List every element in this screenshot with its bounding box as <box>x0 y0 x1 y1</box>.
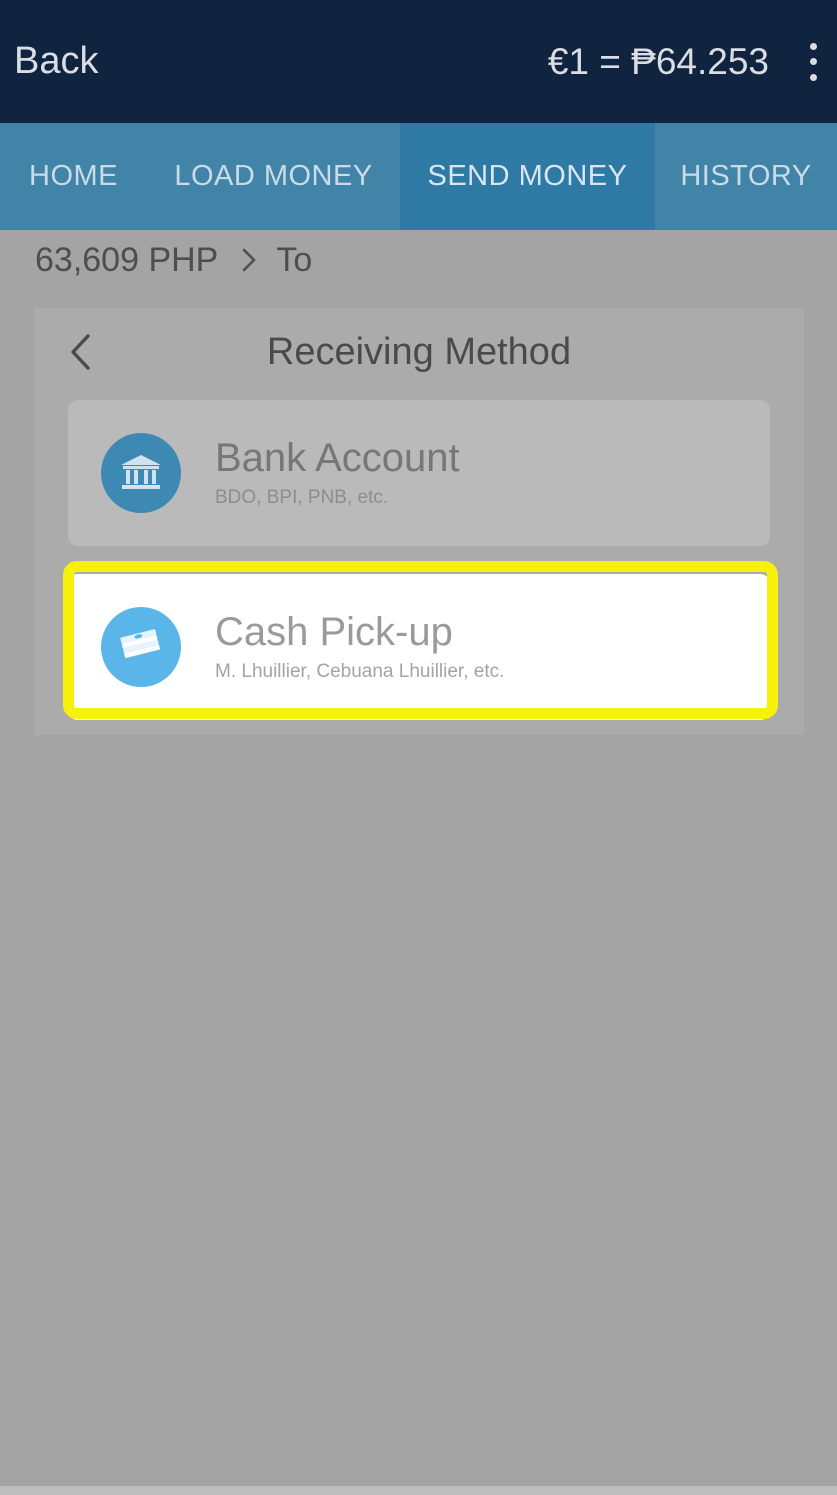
breadcrumb-destination: To <box>276 240 313 279</box>
option-subtitle: M. Lhuillier, Cebuana Lhuillier, etc. <box>215 661 505 682</box>
option-title: Bank Account <box>215 436 460 480</box>
kebab-dot <box>809 73 817 81</box>
kebab-dot <box>809 42 817 50</box>
cash-stack-icon <box>101 607 181 687</box>
main-tabs: HOME LOAD MONEY SEND MONEY HISTORY <box>0 123 837 230</box>
bank-icon <box>101 433 181 513</box>
option-text: Cash Pick-up M. Lhuillier, Cebuana Lhuil… <box>215 611 504 683</box>
more-vertical-icon[interactable] <box>803 39 823 85</box>
exchange-rate: €1 = ₱64.253 <box>547 40 769 82</box>
tab-send-money[interactable]: SEND MONEY <box>400 123 655 230</box>
panel-header: Receiving Method <box>34 308 804 396</box>
top-app-bar: Back €1 = ₱64.253 <box>0 0 837 123</box>
header-right-group: €1 = ₱64.253 <box>548 39 823 85</box>
chevron-left-icon[interactable] <box>60 330 100 374</box>
chevron-right-icon <box>236 247 262 273</box>
option-subtitle: BDO, BPI, PNB, etc. <box>215 487 389 508</box>
tab-home[interactable]: HOME <box>0 123 147 230</box>
kebab-dot <box>809 58 817 65</box>
breadcrumb-amount: 63,609 PHP <box>35 240 219 279</box>
back-button[interactable]: Back <box>14 40 98 83</box>
option-title: Cash Pick-up <box>215 610 453 654</box>
breadcrumb: 63,609 PHP To <box>35 234 312 286</box>
tab-history[interactable]: HISTORY <box>655 123 837 230</box>
bottom-edge <box>0 1486 837 1495</box>
tab-load-money[interactable]: LOAD MONEY <box>147 123 400 230</box>
option-bank-account[interactable]: Bank Account BDO, BPI, PNB, etc. <box>68 400 770 546</box>
option-cash-pickup[interactable]: Cash Pick-up M. Lhuillier, Cebuana Lhuil… <box>68 574 770 720</box>
option-text: Bank Account BDO, BPI, PNB, etc. <box>215 437 460 509</box>
panel-title: Receiving Method <box>266 330 572 373</box>
receiving-method-panel: Receiving Method Bank Account BDO, BPI, … <box>34 308 804 735</box>
